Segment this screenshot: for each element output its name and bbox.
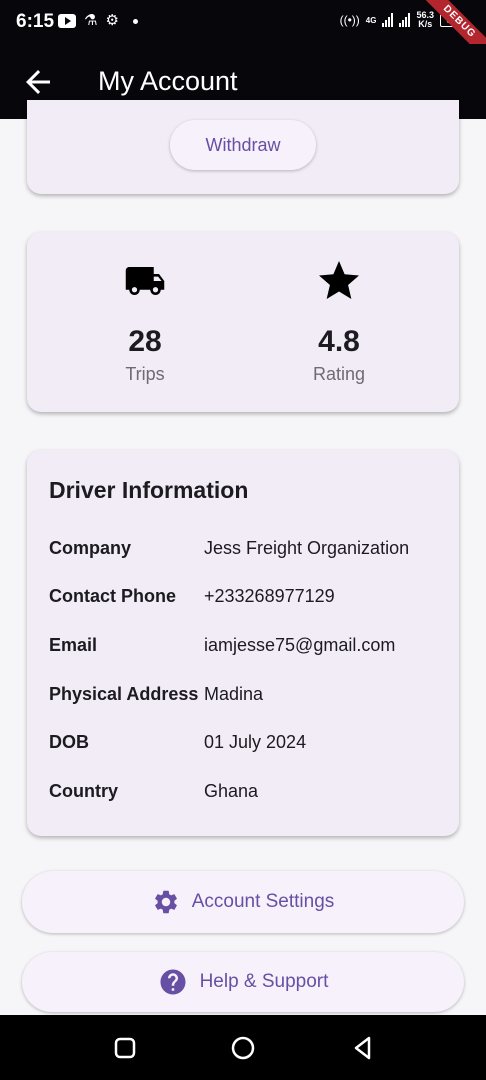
network-speed: 56.3 K/s	[416, 10, 434, 29]
help-circle-icon	[160, 969, 186, 995]
info-value: Ghana	[204, 781, 259, 801]
info-label: Physical Address	[49, 684, 199, 704]
info-value: iamjesse75@gmail.com	[204, 635, 396, 655]
trips-stat: 28 Trips	[65, 260, 225, 385]
rating-stat: 4.8 Rating	[259, 260, 419, 385]
help-support-button[interactable]: Help & Support	[22, 952, 464, 1012]
signal-icon-2	[399, 13, 411, 27]
info-label: DOB	[49, 732, 89, 752]
help-support-label: Help & Support	[199, 971, 329, 992]
back-button[interactable]	[20, 64, 56, 100]
account-settings-button[interactable]: Account Settings	[22, 871, 464, 933]
info-row-physical-address: Physical Address Madina	[49, 682, 449, 706]
info-value: 01 July 2024	[204, 732, 307, 752]
truck-icon	[125, 267, 165, 295]
hotspot-icon: ((•))	[339, 13, 360, 27]
info-row-contact-phone: Contact Phone +233268977129	[49, 584, 449, 608]
info-row-dob: DOB 01 July 2024	[49, 730, 449, 754]
trips-value: 28	[128, 325, 162, 358]
account-settings-label: Account Settings	[191, 891, 335, 912]
info-value: Madina	[204, 684, 264, 704]
status-time: 6:15	[16, 11, 55, 32]
status-bar: 6:15 ⚗ ⚙ ((•)) 4G 56.3K/s 60 DEBUG	[0, 0, 486, 67]
info-row-company: Company Jess Freight Organization	[49, 536, 449, 560]
home-icon[interactable]	[230, 1035, 256, 1061]
flask-icon: ⚗	[84, 12, 98, 29]
page-title: My Account	[98, 66, 238, 96]
withdraw-button[interactable]: Withdraw	[170, 120, 316, 170]
recents-icon[interactable]	[112, 1035, 138, 1061]
back-triangle-icon[interactable]	[350, 1035, 376, 1061]
youtube-icon	[58, 14, 76, 28]
rating-label: Rating	[312, 364, 366, 384]
info-label: Company	[49, 538, 132, 558]
info-value: Jess Freight Organization	[204, 538, 410, 558]
signal-icon	[382, 13, 394, 27]
star-icon	[319, 261, 359, 299]
network-type: 4G	[365, 15, 377, 25]
rating-value: 4.8	[318, 325, 360, 358]
info-row-country: Country Ghana	[49, 779, 449, 803]
info-label: Email	[49, 635, 98, 655]
section-title: Driver Information	[49, 477, 249, 503]
driver-info-card: Driver Information Company Jess Freight …	[27, 450, 459, 836]
arrow-left-icon	[26, 70, 50, 94]
info-value: +233268977129	[204, 586, 335, 606]
stats-card: 28 Trips 4.8 Rating	[27, 232, 459, 412]
info-label: Country	[49, 781, 118, 801]
notification-dot-icon	[132, 18, 138, 24]
wallet-card: Withdraw	[27, 100, 459, 194]
trips-label: Trips	[125, 364, 165, 384]
settings-icon: ⚙	[105, 12, 119, 29]
info-row-email: Email iamjesse75@gmail.com	[49, 633, 449, 657]
info-label: Contact Phone	[49, 586, 177, 606]
system-nav-bar	[0, 1015, 486, 1080]
gear-icon	[154, 890, 177, 914]
